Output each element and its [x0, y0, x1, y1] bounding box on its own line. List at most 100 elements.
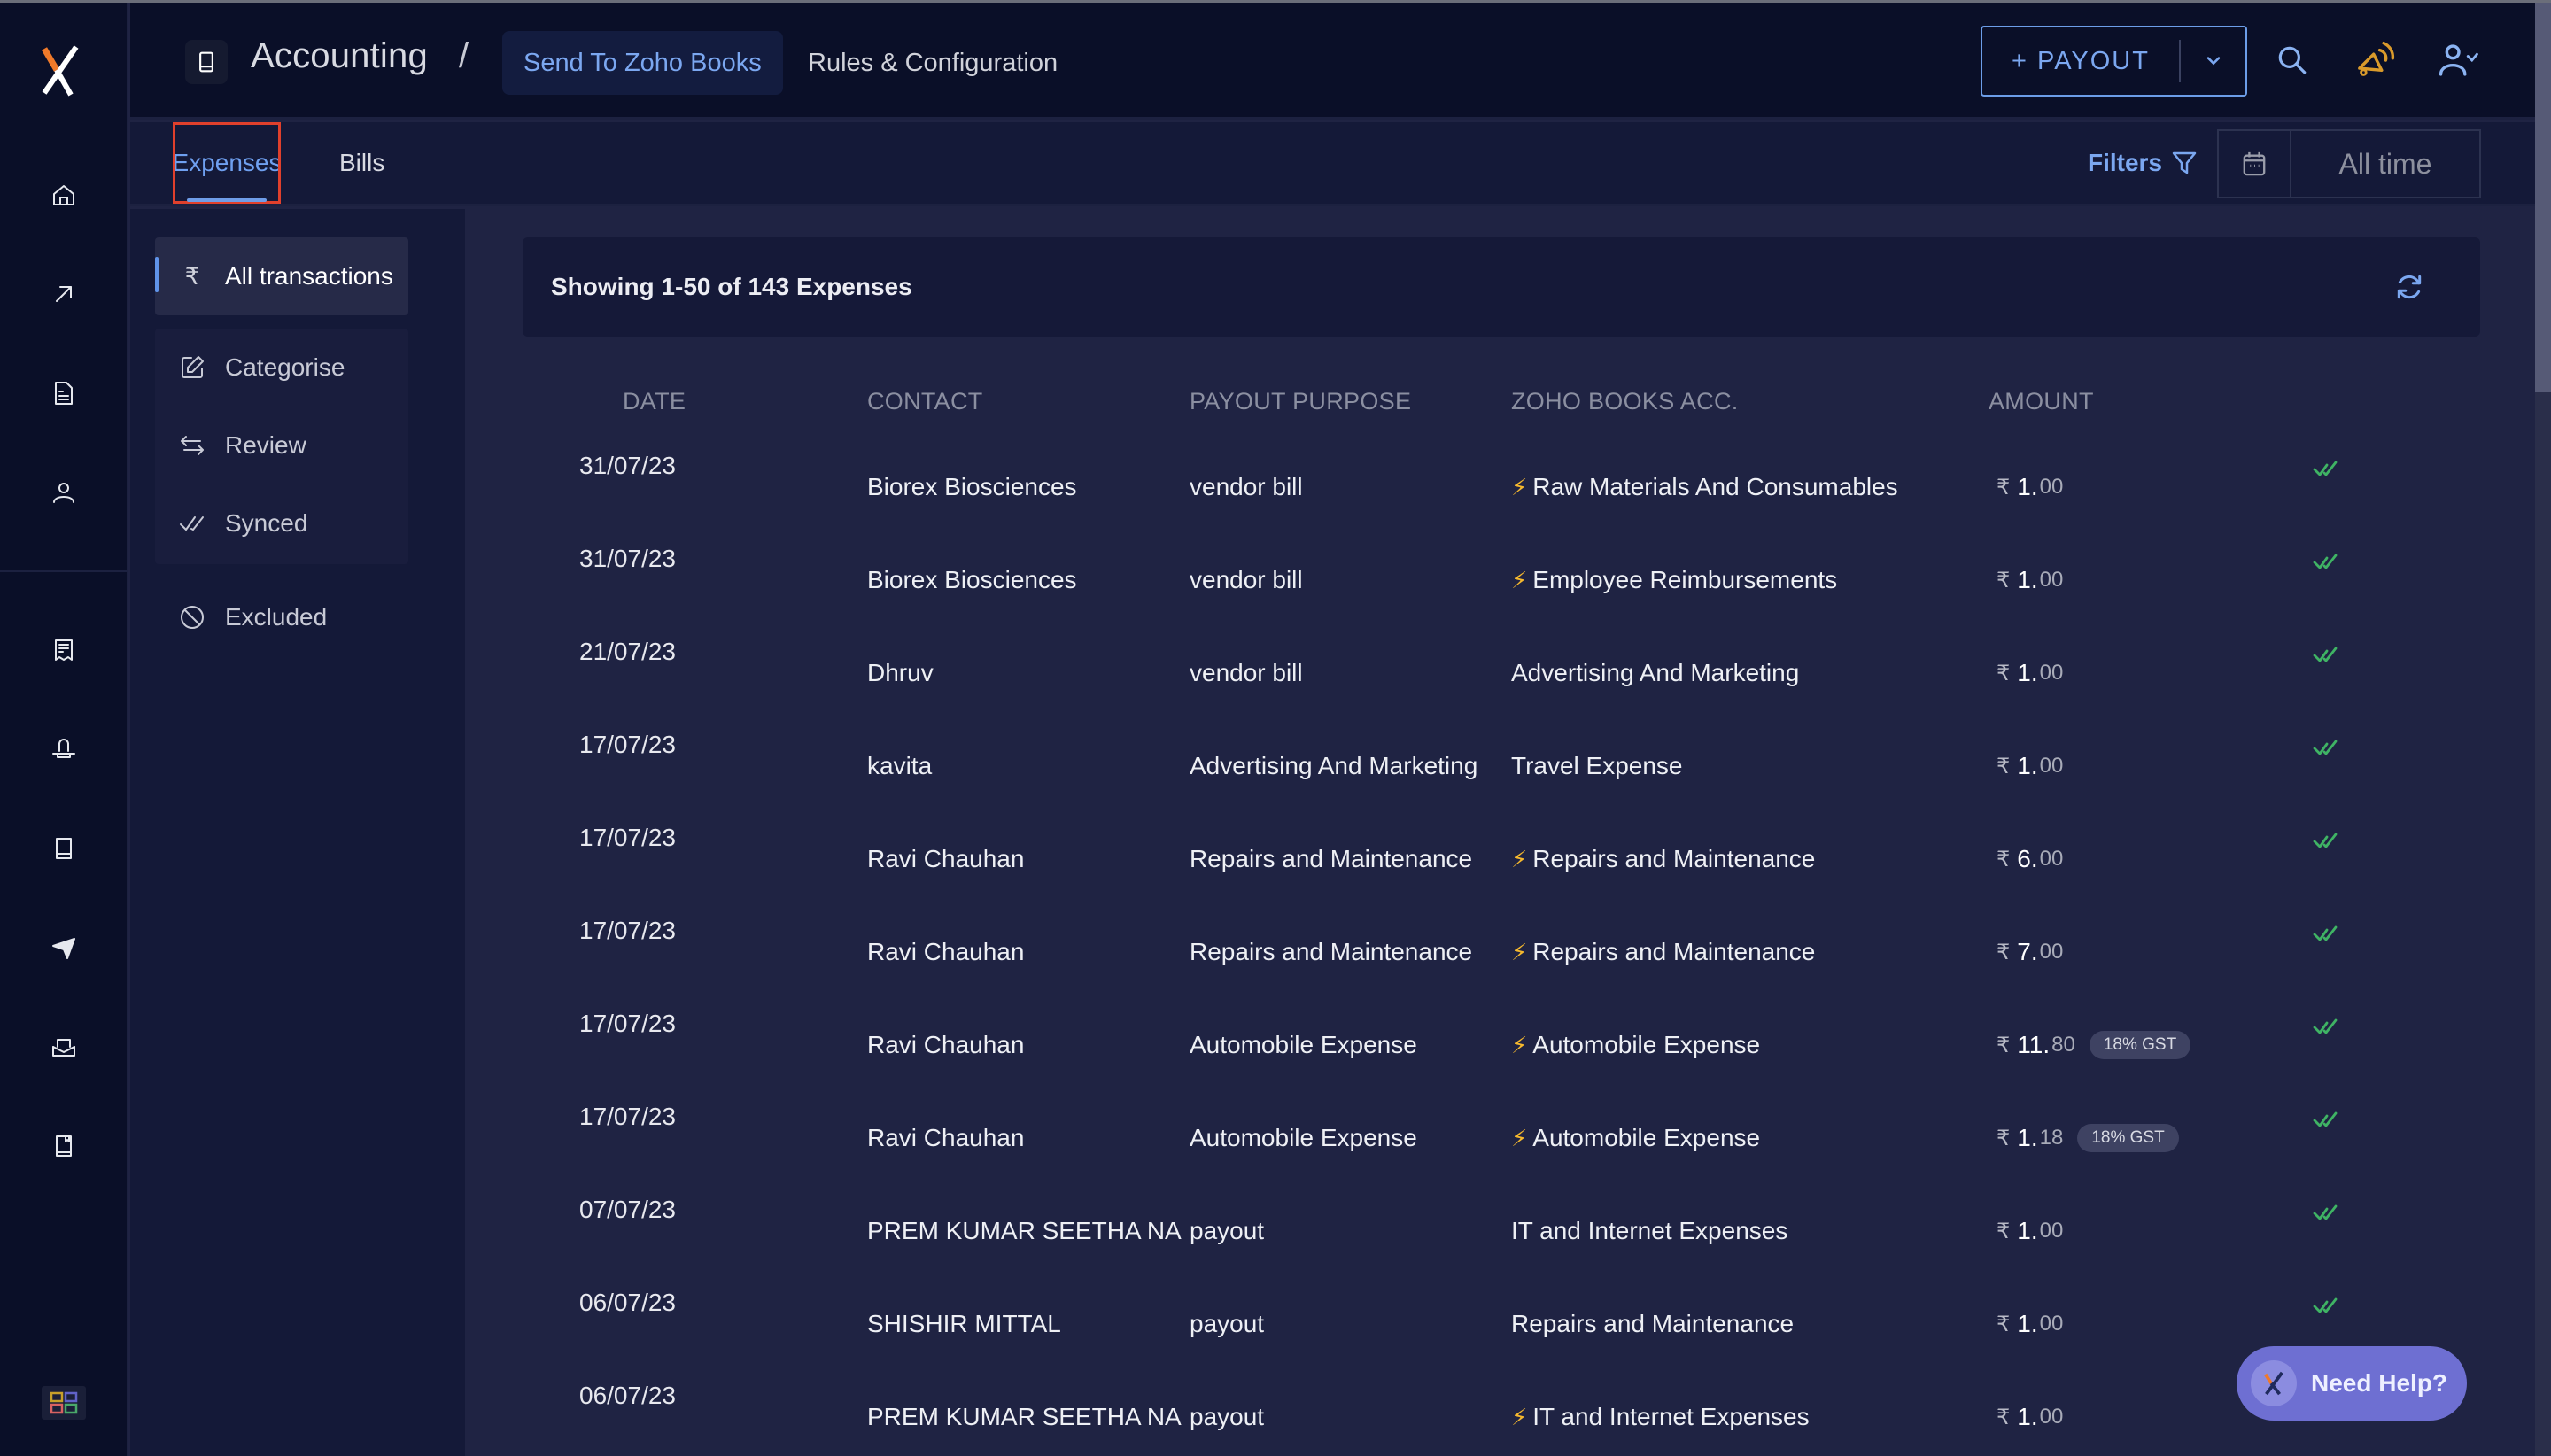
home-icon[interactable]	[46, 178, 81, 213]
arrow-up-right-icon[interactable]	[46, 276, 81, 312]
ledger-icon[interactable]	[46, 1128, 81, 1164]
column-header-payout-purpose[interactable]: PAYOUT PURPOSE	[1190, 388, 1411, 415]
amount-decimal: 00	[2039, 754, 2064, 778]
column-header-zoho-books-account[interactable]: ZOHO BOOKS ACC.	[1511, 388, 1739, 415]
subnav-categorise[interactable]: Categorise	[155, 329, 408, 407]
payout-dropdown-toggle[interactable]	[2181, 56, 2245, 66]
auto-categorized-bolt-icon: ⚡	[1511, 1403, 1528, 1430]
column-header-date[interactable]: DATE	[623, 388, 686, 415]
user-icon[interactable]	[46, 475, 81, 510]
search-icon[interactable]	[2270, 38, 2315, 82]
scrollbar-thumb[interactable]	[2535, 3, 2551, 392]
icon-rail	[0, 3, 128, 1456]
amount-integer: 1.	[2017, 1310, 2038, 1337]
row-contact: Ravi Chauhan	[867, 938, 1025, 965]
table-row[interactable]: 17/07/23 Ravi Chauhan Repairs and Mainte…	[523, 824, 2480, 917]
payout-button-group: + PAYOUT	[1981, 26, 2247, 97]
row-amount: ₹ 1. 00	[1997, 1310, 2063, 1338]
gst-badge: 18% GST	[2077, 1124, 2179, 1152]
table-row[interactable]: 17/07/23 Ravi Chauhan Automobile Expense…	[523, 1103, 2480, 1196]
receipt-icon[interactable]	[46, 632, 81, 668]
chevron-down-icon	[2206, 57, 2220, 66]
row-account-label: IT and Internet Expenses	[1532, 1403, 1810, 1430]
row-contact: Biorex Biosciences	[867, 566, 1077, 593]
row-payout-purpose: Automobile Expense	[1190, 1124, 1417, 1151]
row-date: 06/07/23	[579, 1289, 676, 1316]
row-zoho-account[interactable]: IT and Internet Expenses	[1511, 1217, 1787, 1245]
row-payout-purpose: payout	[1190, 1403, 1265, 1430]
row-zoho-account[interactable]: ⚡ Automobile Expense	[1511, 1124, 1760, 1152]
gst-badge: 18% GST	[2089, 1031, 2191, 1059]
row-zoho-account[interactable]: ⚡ Repairs and Maintenance	[1511, 845, 1815, 873]
row-date: 31/07/23	[579, 452, 676, 479]
row-zoho-account[interactable]: ⚡ Automobile Expense	[1511, 1031, 1760, 1059]
amount-integer: 1.	[2017, 566, 2038, 593]
need-help-button[interactable]: Need Help?	[2237, 1346, 2467, 1421]
column-header-amount[interactable]: AMOUNT	[1989, 388, 2094, 415]
table-row[interactable]: 17/07/23 kavita Advertising And Marketin…	[523, 731, 2480, 824]
double-check-icon	[175, 510, 209, 537]
inbox-icon[interactable]	[46, 1029, 81, 1065]
column-header-contact[interactable]: CONTACT	[867, 388, 983, 415]
date-range-picker[interactable]: All time	[2217, 129, 2481, 198]
breadcrumb-send-to-zoho-books[interactable]: Send To Zoho Books	[502, 31, 783, 95]
row-contact: kavita	[867, 752, 933, 779]
currency-symbol: ₹	[1997, 1312, 2011, 1336]
document-icon[interactable]	[46, 376, 81, 411]
amount-decimal: 00	[2039, 1219, 2064, 1243]
subnav-label: Excluded	[225, 603, 328, 631]
payout-button[interactable]: + PAYOUT	[1982, 27, 2179, 95]
currency-symbol: ₹	[1997, 754, 2011, 778]
row-zoho-account[interactable]: ⚡ Employee Reimbursements	[1511, 566, 1837, 594]
amount-integer: 1.	[2017, 752, 2038, 779]
tab-expenses[interactable]: Expenses	[173, 122, 281, 204]
table-row[interactable]: 17/07/23 Ravi Chauhan Repairs and Mainte…	[523, 917, 2480, 1010]
breadcrumb-rules-configuration[interactable]: Rules & Configuration	[808, 31, 1058, 95]
subnav-synced[interactable]: Synced	[155, 484, 408, 562]
send-icon[interactable]	[46, 930, 81, 965]
amount-integer: 11.	[2017, 1031, 2051, 1058]
refresh-icon[interactable]	[2392, 269, 2427, 305]
book-icon[interactable]	[46, 831, 81, 866]
row-contact: SHISHIR MITTAL	[867, 1310, 1061, 1337]
row-amount: ₹ 1. 00	[1997, 1217, 2063, 1245]
amount-decimal: 00	[2039, 661, 2064, 685]
filters-button[interactable]: Filters	[2088, 122, 2198, 204]
row-account-label: IT and Internet Expenses	[1511, 1217, 1788, 1244]
table-row[interactable]: 21/07/23 Dhruv vendor bill Advertising A…	[523, 638, 2480, 731]
stamp-icon[interactable]	[46, 732, 81, 767]
table-row[interactable]: 06/07/23 PREM KUMAR SEETHA NA payout ⚡ I…	[523, 1382, 2480, 1456]
row-zoho-account[interactable]: ⚡ Repairs and Maintenance	[1511, 938, 1815, 966]
table-row[interactable]: 31/07/23 Biorex Biosciences vendor bill …	[523, 452, 2480, 545]
table-row[interactable]: 31/07/23 Biorex Biosciences vendor bill …	[523, 545, 2480, 638]
apps-grid-icon[interactable]	[42, 1386, 86, 1420]
row-date: 17/07/23	[579, 824, 676, 851]
row-zoho-account[interactable]: Repairs and Maintenance	[1511, 1310, 1794, 1338]
calendar-icon[interactable]	[2219, 131, 2291, 197]
row-zoho-account[interactable]: ⚡ Raw Materials And Consumables	[1511, 473, 1898, 501]
row-zoho-account[interactable]: Travel Expense	[1511, 752, 1683, 780]
ban-icon	[175, 604, 209, 631]
synced-double-check-icon	[2310, 545, 2346, 580]
subnav-excluded[interactable]: Excluded	[155, 578, 408, 656]
subnav-all-transactions[interactable]: ₹ All transactions	[155, 237, 408, 315]
row-payout-purpose: vendor bill	[1190, 566, 1303, 593]
amount-decimal: 80	[2051, 1033, 2075, 1057]
vertical-scrollbar[interactable]	[2535, 3, 2551, 1456]
subnav-review[interactable]: Review	[155, 407, 408, 484]
table-row[interactable]: 07/07/23 PREM KUMAR SEETHA NA payout IT …	[523, 1196, 2480, 1289]
row-zoho-account[interactable]: ⚡ IT and Internet Expenses	[1511, 1403, 1810, 1431]
top-header: Accounting / Send To Zoho Books Rules & …	[130, 3, 2535, 120]
currency-symbol: ₹	[1997, 1033, 2011, 1057]
accounting-book-icon[interactable]	[185, 40, 228, 84]
table-row[interactable]: 17/07/23 Ravi Chauhan Automobile Expense…	[523, 1010, 2480, 1103]
amount-integer: 7.	[2017, 938, 2038, 965]
announcement-megaphone-icon[interactable]	[2353, 38, 2398, 82]
tab-bills[interactable]: Bills	[339, 122, 384, 204]
row-amount: ₹ 11. 80 18% GST	[1997, 1031, 2191, 1059]
brand-logo[interactable]	[37, 43, 87, 97]
table-row[interactable]: 06/07/23 SHISHIR MITTAL payout Repairs a…	[523, 1289, 2480, 1382]
row-payout-purpose: Repairs and Maintenance	[1190, 938, 1473, 965]
user-account-icon[interactable]	[2437, 38, 2481, 82]
row-zoho-account[interactable]: Advertising And Marketing	[1511, 659, 1799, 687]
